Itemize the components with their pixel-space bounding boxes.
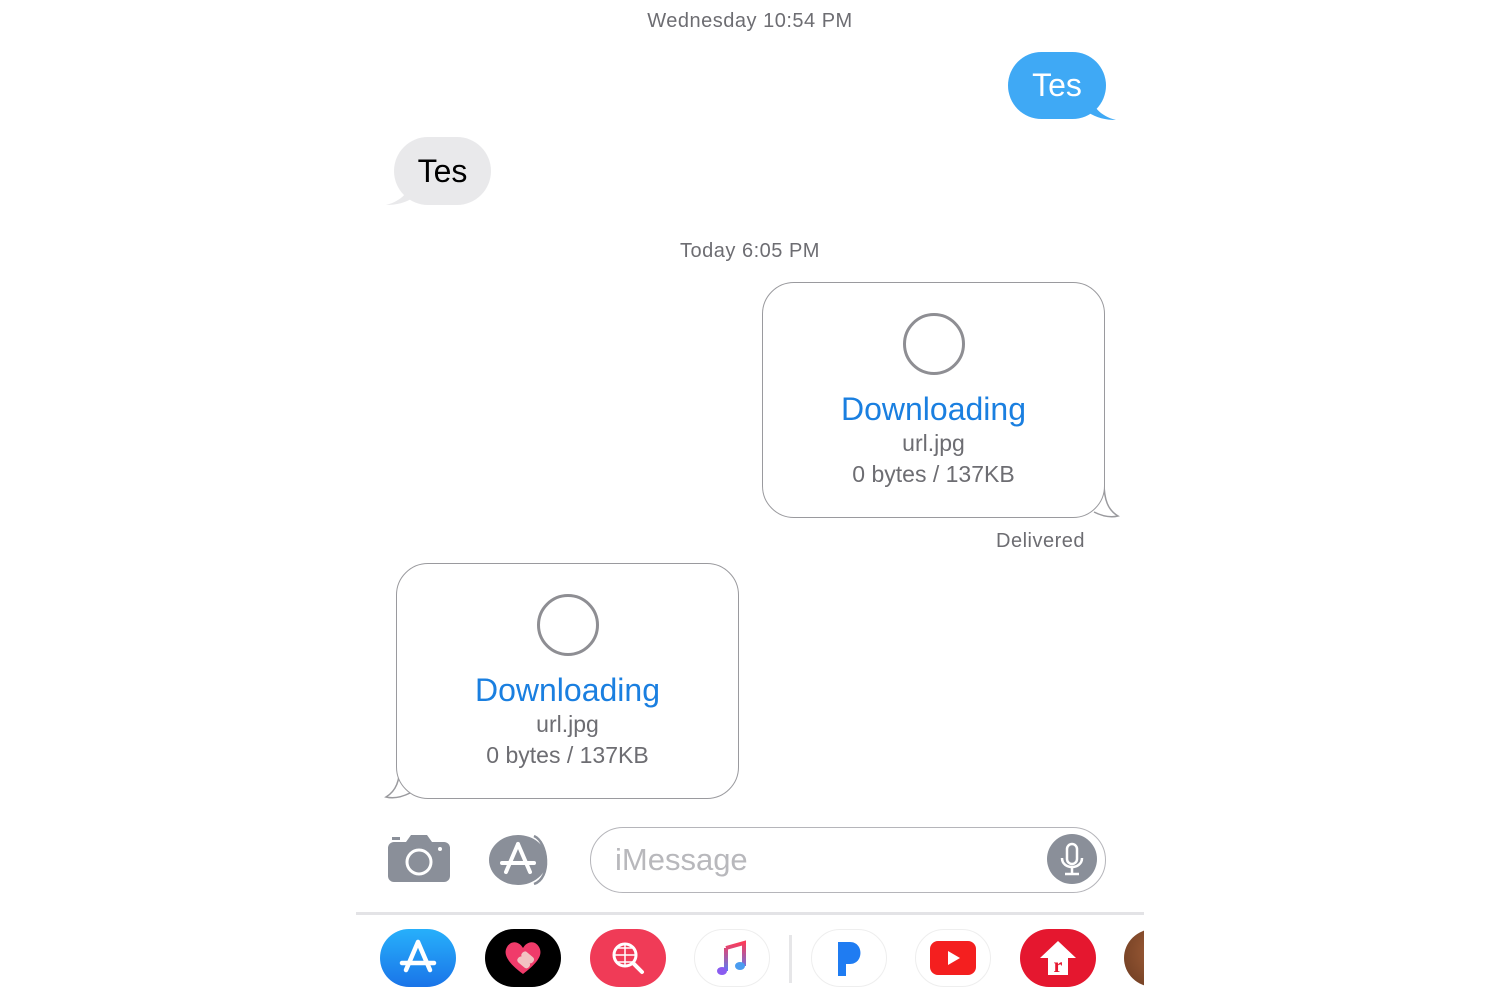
apps-button[interactable]: [488, 832, 560, 888]
attachment-size: 0 bytes / 137KB: [486, 742, 649, 768]
app-tray-item-music[interactable]: [694, 929, 770, 987]
message-input-placeholder: iMessage: [615, 842, 748, 877]
attachment-filename: url.jpg: [902, 430, 965, 456]
attachment-filename: url.jpg: [536, 711, 599, 737]
app-tray: r: [356, 915, 1144, 1000]
dictation-button[interactable]: [1047, 834, 1097, 884]
app-tray-item-realtor[interactable]: r: [1020, 929, 1096, 987]
attachment-card: Downloading url.jpg 0 bytes / 137KB: [396, 563, 739, 799]
app-tray-item-heart-stickers[interactable]: [485, 929, 561, 987]
music-note-icon: [717, 940, 746, 975]
attachment-card: Downloading url.jpg 0 bytes / 137KB: [762, 282, 1105, 518]
heart-bandage-icon: [505, 942, 541, 974]
timestamp: Wednesday 10:54 PM: [647, 10, 853, 32]
app-tray-item-memoji[interactable]: [1124, 929, 1144, 987]
message-text: Tes: [1008, 52, 1106, 119]
timestamp: Today 6:05 PM: [680, 240, 820, 262]
svg-text:r: r: [1054, 955, 1063, 977]
download-progress-ring-icon: [902, 313, 965, 375]
app-store-icon: [489, 834, 548, 886]
tray-separator: [789, 935, 792, 983]
globe-search-icon: [612, 942, 644, 974]
app-tray-item-app-store[interactable]: [380, 929, 456, 987]
app-tray-item-pandora[interactable]: [811, 929, 887, 987]
microphone-icon: [1060, 842, 1084, 876]
pandora-p-icon: [838, 942, 861, 976]
realtor-house-icon: r: [1040, 941, 1076, 977]
download-status[interactable]: Downloading: [397, 671, 738, 709]
attachment-size: 0 bytes / 137KB: [852, 461, 1015, 487]
download-status[interactable]: Downloading: [763, 390, 1104, 428]
message-text: Tes: [394, 137, 491, 205]
sent-message-bubble[interactable]: Tes: [1008, 52, 1118, 122]
youtube-play-icon: [930, 941, 976, 975]
app-tray-item-images-search[interactable]: [590, 929, 666, 987]
camera-icon: [388, 835, 450, 882]
download-progress-ring-icon: [536, 594, 599, 656]
app-store-icon: [399, 939, 437, 973]
received-message-bubble[interactable]: Tes: [384, 137, 494, 207]
sent-attachment-bubble[interactable]: Downloading url.jpg 0 bytes / 137KB: [762, 282, 1120, 520]
camera-button[interactable]: [386, 834, 452, 884]
received-attachment-bubble[interactable]: Downloading url.jpg 0 bytes / 137KB: [384, 563, 740, 801]
delivery-receipt: Delivered: [996, 530, 1085, 552]
message-input[interactable]: iMessage: [590, 827, 1106, 893]
app-tray-item-youtube[interactable]: [915, 929, 991, 987]
